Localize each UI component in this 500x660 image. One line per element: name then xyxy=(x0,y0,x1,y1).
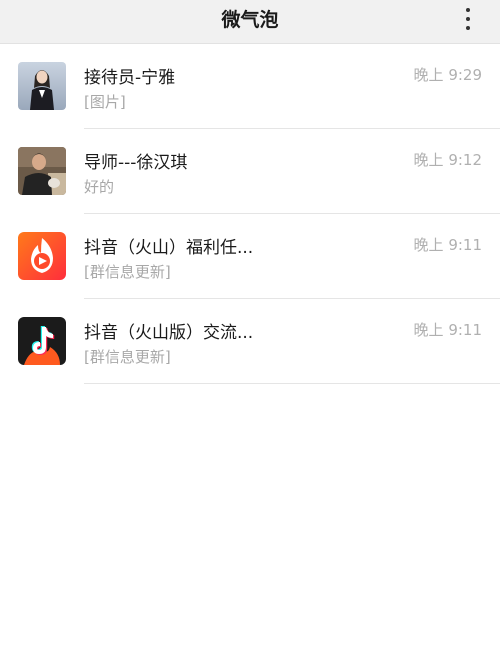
chat-list: 接待员-宁雅 [图片] 晚上 9:29 导师---徐汉琪 好的 晚上 9:12 … xyxy=(0,44,500,384)
chat-time: 晚上 9:12 xyxy=(413,151,482,169)
chat-preview: 好的 xyxy=(84,178,115,196)
page-title: 微气泡 xyxy=(221,9,279,31)
chat-row-mentor[interactable]: 导师---徐汉琪 好的 晚上 9:12 xyxy=(0,129,500,214)
avatar xyxy=(18,232,66,280)
chat-preview: [群信息更新] xyxy=(84,348,171,366)
chat-time: 晚上 9:11 xyxy=(413,236,482,254)
douyin-huoshan-logo-icon xyxy=(18,317,66,365)
person-photo-icon xyxy=(18,147,66,195)
person-photo-icon xyxy=(18,62,66,110)
more-vertical-icon[interactable] xyxy=(458,6,478,34)
chat-row-huoshan-welfare[interactable]: 抖音（火山）福利任... [群信息更新] 晚上 9:11 xyxy=(0,214,500,299)
chat-list-screen: 微气泡 接待员-宁雅 [图片] 晚上 9:29 导师---徐汉琪 好的 晚上 9… xyxy=(0,0,500,660)
chat-row-douyin-huoshan[interactable]: 抖音（火山版）交流... [群信息更新] 晚上 9:11 xyxy=(0,299,500,384)
huoshan-logo-icon xyxy=(18,232,66,280)
divider xyxy=(84,383,500,384)
chat-preview: [群信息更新] xyxy=(84,263,171,281)
chat-time: 晚上 9:11 xyxy=(413,321,482,339)
chat-time: 晚上 9:29 xyxy=(413,66,482,84)
chat-name: 抖音（火山版）交流... xyxy=(84,323,254,343)
chat-name: 抖音（火山）福利任... xyxy=(84,238,254,258)
app-header: 微气泡 xyxy=(0,0,500,44)
avatar xyxy=(18,147,66,195)
chat-row-receptionist[interactable]: 接待员-宁雅 [图片] 晚上 9:29 xyxy=(0,44,500,129)
chat-name: 接待员-宁雅 xyxy=(84,68,176,88)
chat-name: 导师---徐汉琪 xyxy=(84,153,188,173)
chat-preview: [图片] xyxy=(84,93,126,111)
avatar xyxy=(18,62,66,110)
avatar xyxy=(18,317,66,365)
